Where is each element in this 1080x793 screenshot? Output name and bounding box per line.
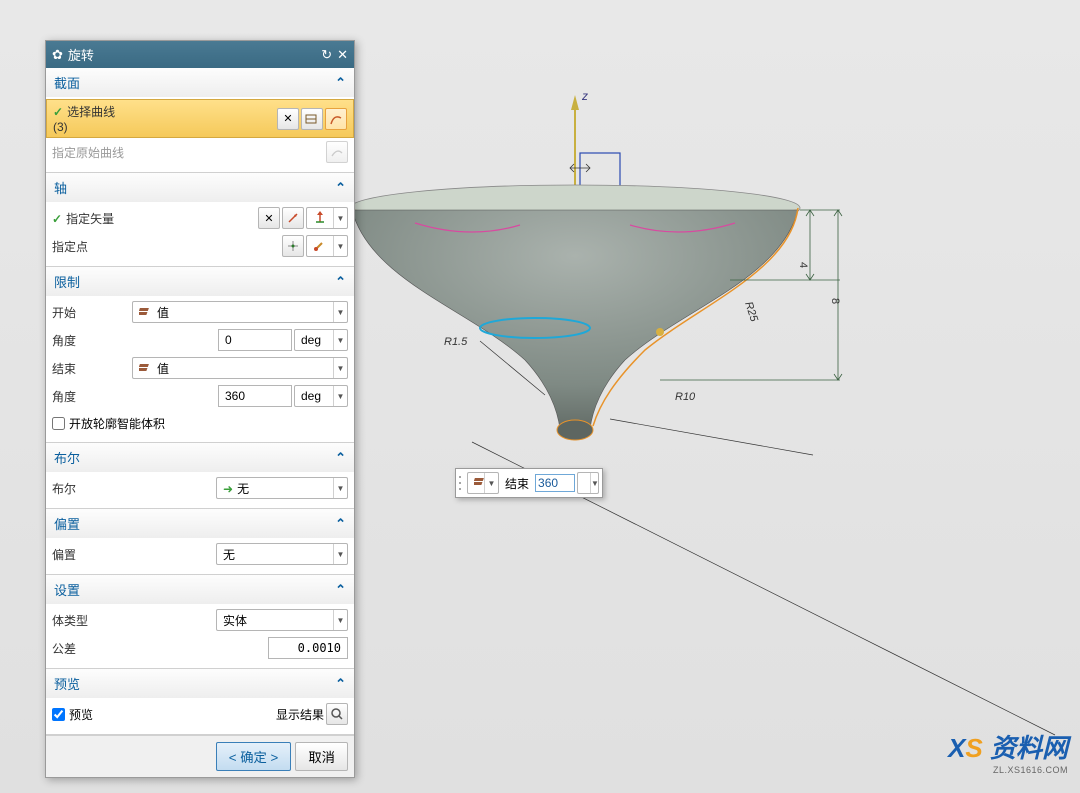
end-type-dropdown[interactable]: 值 ▼ — [132, 357, 348, 379]
section-header-axis[interactable]: 轴 ⌃ — [46, 173, 354, 202]
offset-label: 偏置 — [52, 546, 132, 563]
vector-constructor-icon[interactable] — [282, 207, 304, 229]
gear-icon[interactable]: ✿ — [52, 47, 63, 63]
section-header-boolean[interactable]: 布尔 ⌃ — [46, 443, 354, 472]
point-xyz-icon[interactable] — [282, 235, 304, 257]
collapse-icon: ⌃ — [335, 180, 346, 196]
inline-unit-dropdown[interactable]: ▼ — [577, 472, 599, 494]
curve-rule-icon[interactable] — [325, 108, 347, 130]
chevron-down-icon: ▼ — [333, 610, 347, 630]
dim-r10: R10 — [675, 391, 696, 403]
dialog-title: 旋转 — [68, 45, 94, 64]
inline-end-value[interactable] — [535, 474, 575, 492]
point-icon — [307, 238, 333, 255]
open-profile-checkbox[interactable]: 开放轮廓智能体积 — [52, 415, 165, 432]
vector-label: 指定矢量 — [52, 210, 132, 227]
start-angle-unit-dropdown[interactable]: deg ▼ — [294, 329, 348, 351]
vector-direction-dropdown[interactable]: ▼ — [306, 207, 348, 229]
boolean-dropdown[interactable]: ➜无 ▼ — [216, 477, 348, 499]
dim-r15: R1.5 — [444, 336, 468, 348]
select-curve-label: 选择曲线 (3) — [53, 103, 133, 134]
vector-intersect-icon[interactable]: ✕ — [258, 207, 280, 229]
ok-button[interactable]: < 确定 > — [216, 742, 292, 771]
show-result-label: 显示结果 — [276, 706, 324, 723]
body-type-label: 体类型 — [52, 612, 132, 629]
section-header-preview[interactable]: 预览 ⌃ — [46, 669, 354, 698]
collapse-icon: ⌃ — [335, 676, 346, 692]
tolerance-label: 公差 — [52, 640, 132, 657]
collapse-icon: ⌃ — [335, 75, 346, 91]
intersect-icon[interactable]: ✕ — [277, 108, 299, 130]
preview-checkbox[interactable]: 预览 — [52, 706, 93, 723]
tolerance-input[interactable] — [268, 637, 348, 659]
inline-angle-editor[interactable]: ▼ 结束 ▼ — [455, 468, 603, 498]
start-angle-label: 角度 — [52, 332, 132, 349]
start-type-dropdown[interactable]: 值 ▼ — [132, 301, 348, 323]
cancel-button[interactable]: 取消 — [295, 742, 348, 771]
section-header-limits[interactable]: 限制 ⌃ — [46, 267, 354, 296]
boolean-label: 布尔 — [52, 480, 132, 497]
revolve-dialog: ✿ 旋转 ↻ ✕ 截面 ⌃ 选择曲线 (3) ✕ 指定原始曲线 — [45, 40, 355, 778]
chevron-down-icon: ▼ — [333, 386, 347, 406]
dim-8: 8 — [829, 298, 841, 304]
dim-4: 4 — [797, 262, 809, 268]
layers-icon — [468, 475, 484, 492]
end-label: 结束 — [52, 360, 132, 377]
end-angle-unit-dropdown[interactable]: deg ▼ — [294, 385, 348, 407]
sketch-icon[interactable] — [301, 108, 323, 130]
section-header-settings[interactable]: 设置 ⌃ — [46, 575, 354, 604]
collapse-icon: ⌃ — [335, 582, 346, 598]
offset-dropdown[interactable]: 无 ▼ — [216, 543, 348, 565]
watermark-logo: XS 资料网 ZL.XS1616.COM — [948, 728, 1068, 775]
preview-input[interactable] — [52, 708, 65, 721]
end-angle-label: 角度 — [52, 388, 132, 405]
chevron-down-icon: ▼ — [484, 473, 498, 493]
body-type-dropdown[interactable]: 实体 ▼ — [216, 609, 348, 631]
section-header-offset[interactable]: 偏置 ⌃ — [46, 509, 354, 538]
start-angle-input[interactable] — [218, 329, 292, 351]
close-icon[interactable]: ✕ — [337, 47, 348, 63]
show-result-button[interactable] — [326, 703, 348, 725]
inline-type-dropdown[interactable]: ▼ — [467, 472, 499, 494]
start-label: 开始 — [52, 304, 132, 321]
open-profile-input[interactable] — [52, 417, 65, 430]
point-constructor-dropdown[interactable]: ▼ — [306, 235, 348, 257]
chevron-down-icon: ▼ — [590, 473, 599, 493]
axis-z-label: z — [581, 89, 588, 103]
chevron-down-icon: ▼ — [333, 358, 347, 378]
dialog-header[interactable]: ✿ 旋转 ↻ ✕ — [46, 41, 354, 68]
inline-end-label: 结束 — [501, 475, 533, 492]
reset-icon[interactable]: ↻ — [321, 47, 332, 63]
chevron-down-icon: ▼ — [333, 208, 347, 228]
collapse-icon: ⌃ — [335, 450, 346, 466]
chevron-down-icon: ▼ — [333, 302, 347, 322]
origin-curve-label: 指定原始曲线 — [52, 144, 132, 161]
origin-curve-icon — [326, 141, 348, 163]
dim-r25: R25 — [742, 300, 760, 324]
point-label: 指定点 — [52, 238, 132, 255]
collapse-icon: ⌃ — [335, 516, 346, 532]
section-header-section[interactable]: 截面 ⌃ — [46, 68, 354, 97]
chevron-down-icon: ▼ — [333, 544, 347, 564]
axis-vector-icon — [307, 210, 333, 227]
chevron-down-icon: ▼ — [333, 330, 347, 350]
chevron-down-icon: ▼ — [333, 236, 347, 256]
chevron-down-icon: ▼ — [333, 478, 347, 498]
collapse-icon: ⌃ — [335, 274, 346, 290]
grip-dots[interactable] — [459, 474, 465, 492]
end-angle-input[interactable] — [218, 385, 292, 407]
